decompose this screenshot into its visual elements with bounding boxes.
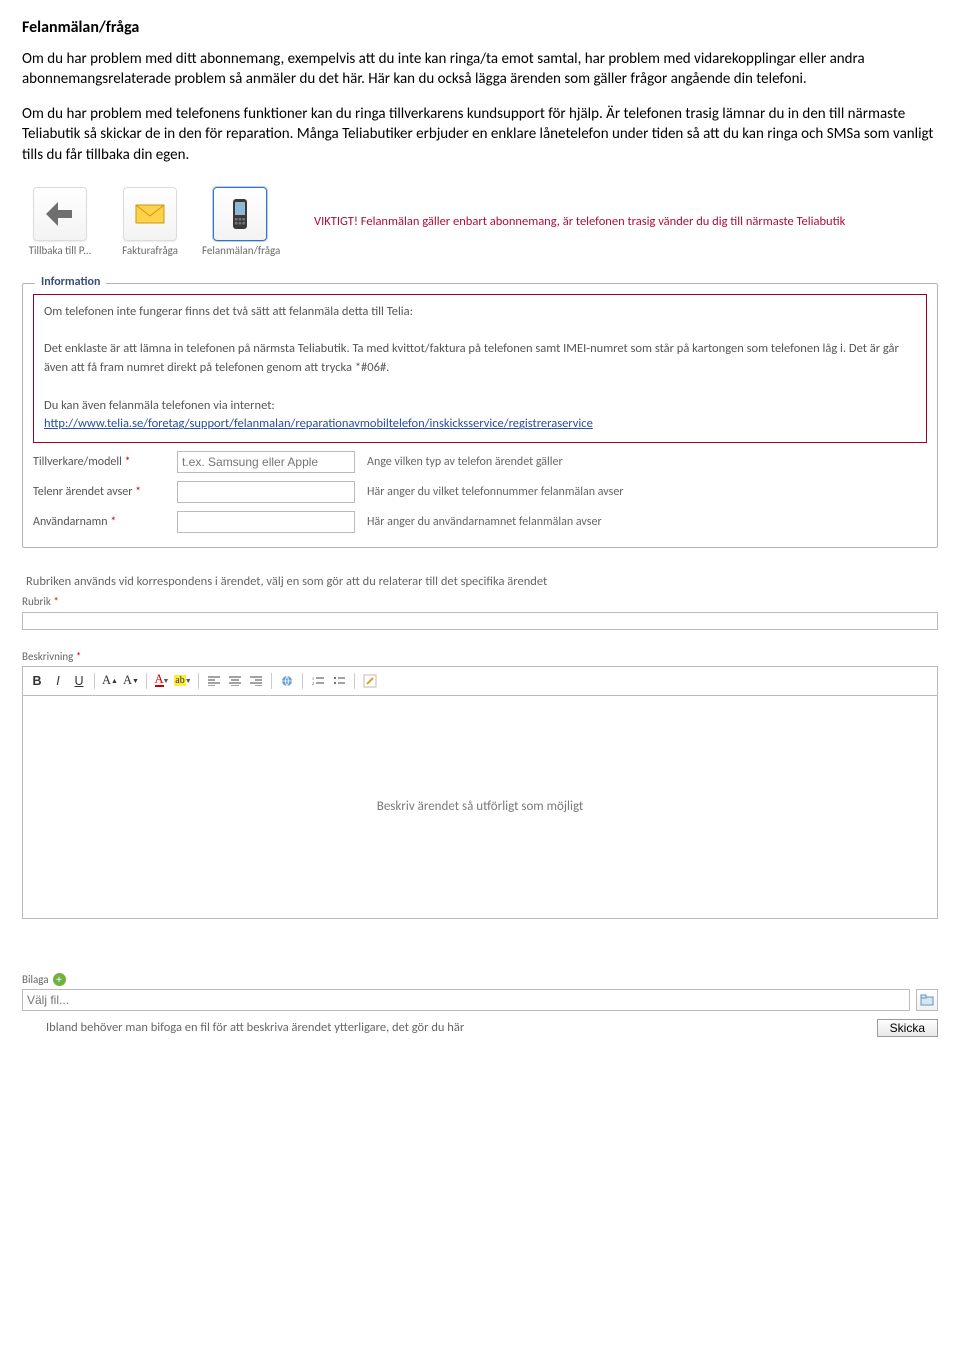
- envelope-icon: [123, 187, 177, 241]
- separator: [94, 673, 95, 689]
- toolbar-back[interactable]: Tillbaka till P...: [22, 187, 98, 257]
- input-user[interactable]: [177, 511, 355, 533]
- bold-button[interactable]: B: [28, 672, 46, 690]
- footer: Ibland behöver man bifoga en fil för att…: [22, 1019, 938, 1037]
- attachment-hint: Ibland behöver man bifoga en fil för att…: [22, 1020, 877, 1035]
- annot-user: Här anger du användarnamnet felanmälan a…: [367, 515, 927, 529]
- toolbar-fault-report[interactable]: Felanmälan/fråga: [202, 187, 278, 257]
- italic-button[interactable]: I: [49, 672, 67, 690]
- back-arrow-icon: [33, 187, 87, 241]
- separator: [354, 673, 355, 689]
- input-rubrik[interactable]: [22, 612, 938, 630]
- info-line-1: Om telefonen inte fungerar finns det två…: [44, 303, 916, 322]
- edit-pencil-button[interactable]: [361, 672, 379, 690]
- information-fieldset: Information Om telefonen inte fungerar f…: [22, 283, 938, 548]
- input-phone[interactable]: [177, 481, 355, 503]
- separator: [271, 673, 272, 689]
- send-button[interactable]: Skicka: [877, 1019, 938, 1037]
- info-line-2: Det enklaste är att lämna in telefonen p…: [44, 340, 916, 378]
- label-phone: Telenr ärendet avser *: [33, 485, 177, 499]
- font-color-button[interactable]: A▼: [153, 672, 171, 690]
- editor-body[interactable]: Beskriv ärendet så utförligt som möjligt: [22, 696, 938, 919]
- file-input[interactable]: [22, 989, 910, 1011]
- row-user: Användarnamn * Här anger du användarnamn…: [33, 511, 927, 533]
- hyperlink-button[interactable]: [278, 672, 296, 690]
- separator: [198, 673, 199, 689]
- important-note: VIKTIGT! Felanmälan gäller enbart abonne…: [314, 214, 938, 231]
- file-browse-button[interactable]: [916, 989, 938, 1011]
- annot-phone: Här anger du vilket telefonnummer felanm…: [367, 485, 927, 499]
- underline-button[interactable]: U: [70, 672, 88, 690]
- information-legend: Information: [35, 275, 106, 289]
- add-attachment-icon[interactable]: +: [53, 973, 66, 986]
- toolbar-invoice[interactable]: Fakturafråga: [112, 187, 188, 257]
- align-right-button[interactable]: [247, 672, 265, 690]
- label-user: Användarnamn *: [33, 515, 177, 529]
- information-box: Om telefonen inte fungerar finns det två…: [33, 294, 927, 443]
- intro-paragraph-2: Om du har problem med telefonens funktio…: [22, 104, 938, 165]
- font-decrease-button[interactable]: A▼: [122, 672, 140, 690]
- info-line-3: Du kan även felanmäla telefonen via inte…: [44, 397, 916, 416]
- input-model[interactable]: [177, 451, 355, 473]
- info-link[interactable]: http://www.telia.se/foretag/support/fela…: [44, 416, 593, 431]
- highlight-button[interactable]: ab▼: [174, 672, 192, 690]
- toolbar-back-label: Tillbaka till P...: [29, 244, 92, 257]
- separator: [302, 673, 303, 689]
- font-increase-button[interactable]: A▲: [101, 672, 119, 690]
- intro-paragraph-1: Om du har problem med ditt abonnemang, e…: [22, 49, 938, 90]
- editor-toolbar: B I U A▲ A▼ A▼ ab▼ 12: [22, 666, 938, 696]
- row-model: Tillverkare/modell * Ange vilken typ av …: [33, 451, 927, 473]
- toolbar: Tillbaka till P... Fakturafråga Felanmäl…: [22, 187, 938, 257]
- editor-placeholder: Beskriv ärendet så utförligt som möjligt: [377, 799, 583, 814]
- align-left-button[interactable]: [205, 672, 223, 690]
- label-description: Beskrivning *: [22, 650, 938, 663]
- align-center-button[interactable]: [226, 672, 244, 690]
- annot-model: Ange vilken typ av telefon ärendet gälle…: [367, 455, 927, 469]
- ordered-list-button[interactable]: 12: [309, 672, 327, 690]
- file-row: [22, 989, 938, 1011]
- page-title: Felanmälan/fråga: [22, 18, 938, 37]
- toolbar-fault-label: Felanmälan/fråga: [202, 244, 280, 257]
- open-folder-icon: [920, 994, 934, 1006]
- svg-text:2: 2: [312, 681, 314, 686]
- label-model: Tillverkare/modell *: [33, 455, 177, 469]
- label-attachment: Bilaga +: [22, 973, 66, 986]
- row-phone: Telenr ärendet avser * Här anger du vilk…: [33, 481, 927, 503]
- mobile-phone-icon: [213, 187, 267, 241]
- rubrik-hint: Rubriken används vid korrespondens i äre…: [26, 574, 934, 589]
- toolbar-invoice-label: Fakturafråga: [122, 244, 178, 257]
- label-rubrik: Rubrik *: [22, 595, 938, 608]
- unordered-list-button[interactable]: [330, 672, 348, 690]
- separator: [146, 673, 147, 689]
